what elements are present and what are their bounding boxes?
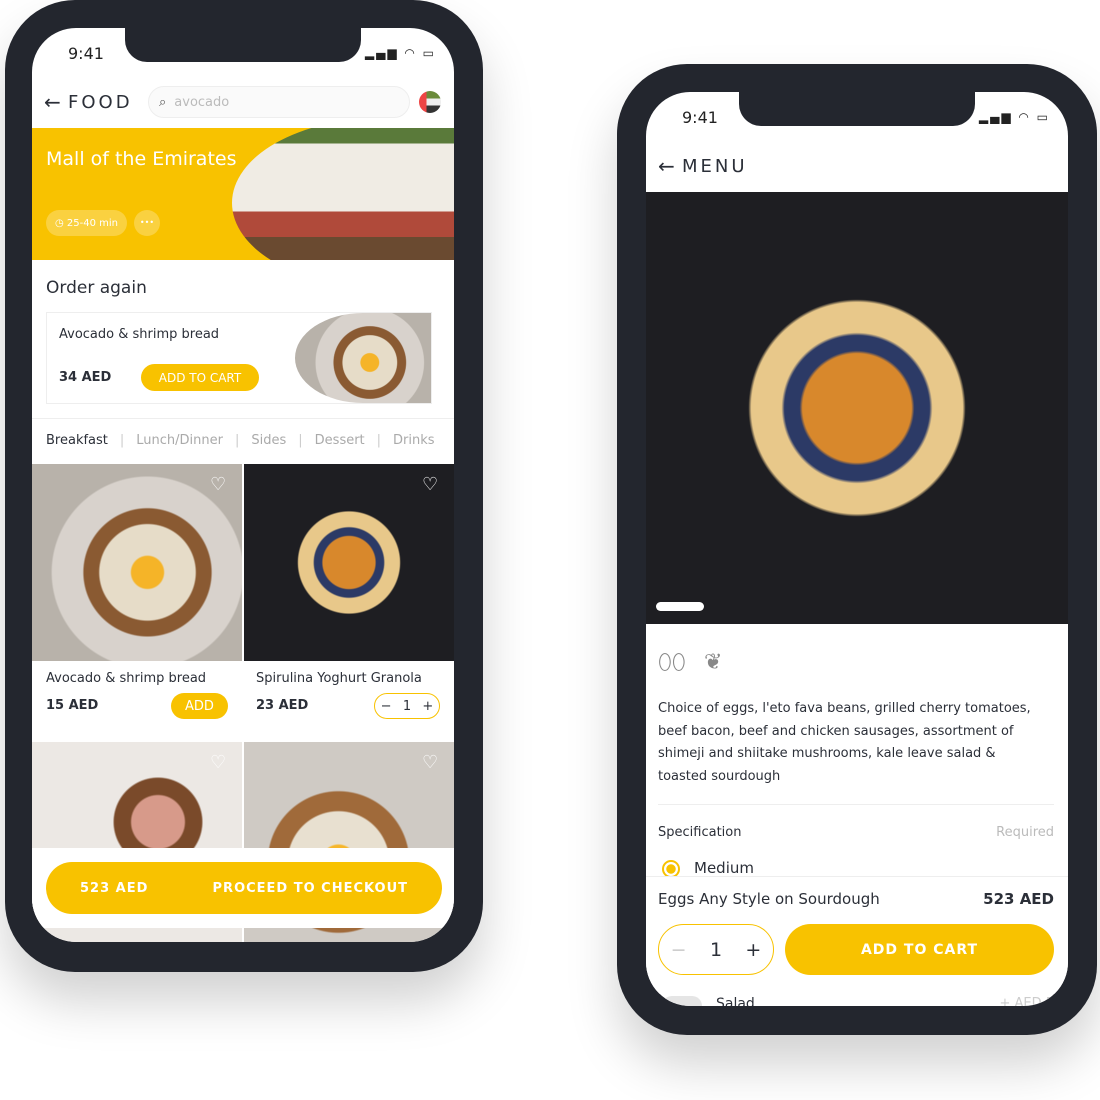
heart-icon[interactable]: ♡ xyxy=(210,474,226,495)
page-title: MENU xyxy=(682,156,748,177)
restaurant-hero[interactable]: Mall of the Emirates ◷ 25-40 min ••• xyxy=(32,128,454,260)
tab-breakfast[interactable]: Breakfast xyxy=(46,433,108,448)
left-phone: 9:41 ▂▄▆ ◠ ▭ ← FOOD ⌕ avocado Mall of th… xyxy=(5,0,483,972)
uae-flag-icon[interactable] xyxy=(419,91,441,113)
minus-icon[interactable]: − xyxy=(381,699,392,714)
food-image xyxy=(295,313,431,403)
order-again-card[interactable]: Avocado & shrimp bread 34 AED ADD TO CAR… xyxy=(46,312,432,404)
more-button[interactable]: ••• xyxy=(134,210,160,236)
item-name: Avocado & shrimp bread xyxy=(46,671,207,686)
option-label: Medium xyxy=(694,859,754,877)
salad-toggle[interactable] xyxy=(662,996,702,1006)
item-name: Spirulina Yoghurt Granola xyxy=(256,671,422,686)
minus-icon[interactable]: − xyxy=(671,939,687,961)
quantity: 1 xyxy=(402,698,412,714)
spec-label: Specification xyxy=(658,825,742,840)
divider xyxy=(658,804,1054,805)
herb-icon: ❦ xyxy=(704,650,723,675)
notch xyxy=(125,28,361,62)
required-label: Required xyxy=(996,825,1054,840)
item-name: Eggs Any Style on Sourdough xyxy=(658,890,880,908)
item-price: 23 AED xyxy=(256,698,309,713)
tab-lunch-dinner[interactable]: Lunch/Dinner xyxy=(136,433,223,448)
quantity: 1 xyxy=(709,938,723,961)
add-button[interactable]: ADD xyxy=(171,693,228,719)
back-button[interactable]: ← xyxy=(658,154,675,178)
delivery-time: 25-40 min xyxy=(66,217,118,229)
item-price: 34 AED xyxy=(59,370,112,385)
quantity-stepper[interactable]: −1 + xyxy=(374,693,440,719)
item-price: 523 AED xyxy=(983,890,1054,908)
right-phone: 9:41 ▂▄▆ ◠ ▭ ← MENU ⬯⬯ ❦ Choice of eggs,… xyxy=(617,64,1097,1035)
carousel-dots[interactable] xyxy=(656,602,704,611)
search-input[interactable]: ⌕ avocado xyxy=(148,86,410,118)
notch xyxy=(739,92,975,126)
status-time: 9:41 xyxy=(68,44,104,63)
divider xyxy=(32,418,454,419)
status-icons: ▂▄▆ ◠ ▭ xyxy=(978,110,1050,124)
dish-description: Choice of eggs, l'eto fava beans, grille… xyxy=(658,701,1031,784)
restaurant-photo xyxy=(232,128,454,260)
clock-icon: ◷ xyxy=(55,217,67,229)
status-time: 9:41 xyxy=(682,108,718,127)
salad-price: + AED 5 xyxy=(999,996,1054,1006)
heart-icon[interactable]: ♡ xyxy=(210,752,226,773)
salad-label: Salad xyxy=(716,996,755,1006)
tab-drinks[interactable]: Drinks xyxy=(393,433,435,448)
delivery-time-badge: ◷ 25-40 min xyxy=(46,210,127,236)
add-to-cart-button[interactable]: ADD TO CART xyxy=(785,924,1054,975)
heart-icon[interactable]: ♡ xyxy=(422,474,438,495)
add-to-cart-button[interactable]: ADD TO CART xyxy=(141,364,259,391)
left-screen: 9:41 ▂▄▆ ◠ ▭ ← FOOD ⌕ avocado Mall of th… xyxy=(32,28,454,942)
back-button[interactable]: ← xyxy=(44,90,61,114)
heart-icon[interactable]: ♡ xyxy=(422,752,438,773)
quantity-stepper[interactable]: −1 + xyxy=(658,924,774,975)
category-tabs: Breakfast | Lunch/Dinner | Sides | Dessert | Dri… xyxy=(46,433,435,448)
plus-icon[interactable]: + xyxy=(745,939,761,961)
checkout-button[interactable]: 523 AED PROCEED TO CHECKOUT xyxy=(46,862,442,914)
item-price: 15 AED xyxy=(46,698,99,713)
search-placeholder: avocado xyxy=(174,94,230,110)
checkout-label: PROCEED TO CHECKOUT xyxy=(212,880,408,896)
item-name: Avocado & shrimp bread xyxy=(59,327,220,342)
eggs-icon: ⬯⬯ xyxy=(658,650,686,675)
plus-icon[interactable]: + xyxy=(422,699,433,714)
cart-total: 523 AED xyxy=(80,880,149,896)
dish-photo xyxy=(646,192,1068,624)
tab-dessert[interactable]: Dessert xyxy=(315,433,365,448)
search-icon: ⌕ xyxy=(159,94,167,110)
order-again-heading: Order again xyxy=(46,278,147,298)
page-title: FOOD xyxy=(68,92,133,113)
restaurant-name: Mall of the Emirates xyxy=(46,148,237,170)
status-icons: ▂▄▆ ◠ ▭ xyxy=(364,46,436,60)
right-screen: 9:41 ▂▄▆ ◠ ▭ ← MENU ⬯⬯ ❦ Choice of eggs,… xyxy=(646,92,1068,1006)
tab-sides[interactable]: Sides xyxy=(251,433,286,448)
